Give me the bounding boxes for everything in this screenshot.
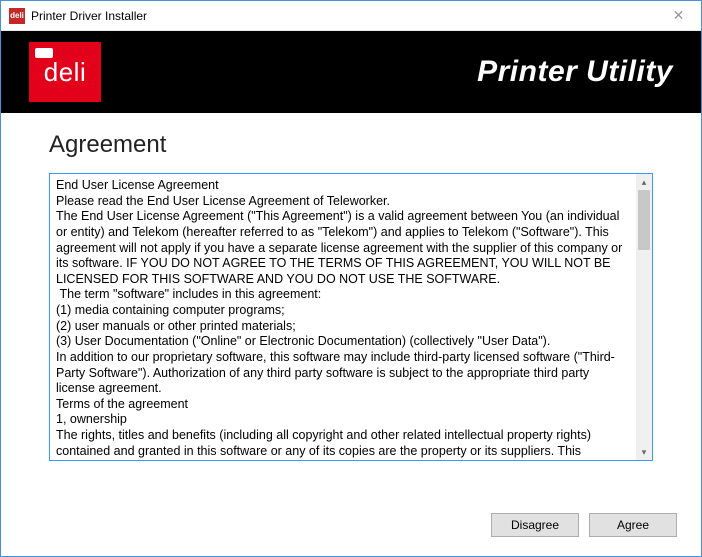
logo-text: deli — [44, 57, 86, 88]
installer-window: deli Printer Driver Installer ✕ deli Pri… — [0, 0, 702, 557]
content-area: Agreement End User License Agreement Ple… — [1, 113, 701, 494]
scroll-down-icon[interactable]: ▾ — [636, 444, 652, 460]
agree-button[interactable]: Agree — [589, 513, 677, 537]
app-icon: deli — [9, 8, 25, 24]
brand-logo: deli — [29, 42, 101, 102]
logo-badge-icon — [35, 48, 53, 58]
scroll-up-icon[interactable]: ▴ — [636, 174, 652, 190]
scroll-thumb[interactable] — [638, 190, 650, 250]
titlebar: deli Printer Driver Installer ✕ — [1, 1, 701, 31]
disagree-button[interactable]: Disagree — [491, 513, 579, 537]
banner: deli Printer Utility — [1, 31, 701, 113]
license-box: End User License Agreement Please read t… — [49, 173, 653, 461]
scrollbar[interactable]: ▴ ▾ — [636, 174, 652, 460]
license-text[interactable]: End User License Agreement Please read t… — [50, 174, 636, 460]
window-title: Printer Driver Installer — [31, 9, 656, 23]
close-icon[interactable]: ✕ — [656, 1, 701, 31]
page-heading: Agreement — [49, 131, 653, 159]
banner-title: Printer Utility — [477, 55, 673, 89]
footer: Disagree Agree — [1, 494, 701, 556]
